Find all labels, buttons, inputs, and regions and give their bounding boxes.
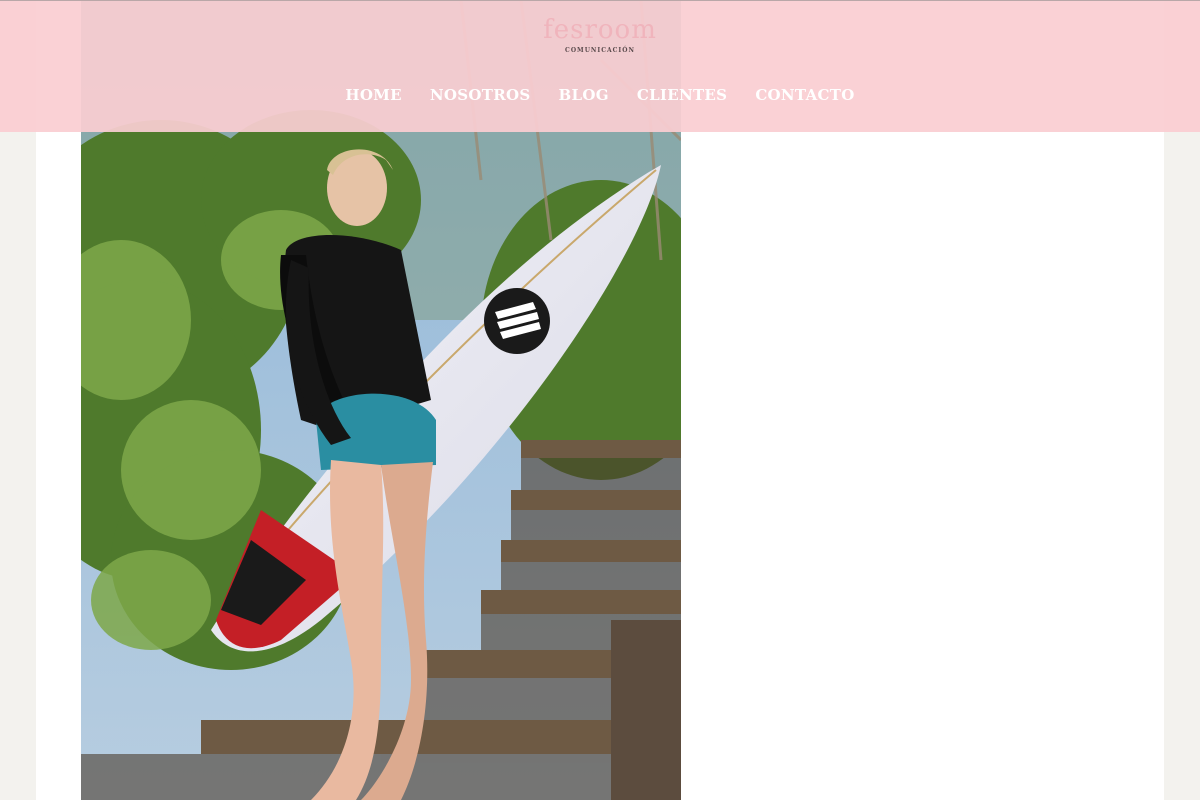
site-logo[interactable]: fesroom COMUNICACIÓN [0,15,1200,54]
nav-item-clientes[interactable]: CLIENTES [623,85,741,105]
logo-wordmark: fesroom [543,15,657,45]
site-header: fesroom COMUNICACIÓN HOME NOSOTROS BLOG … [0,0,1200,132]
nav-item-nosotros[interactable]: NOSOTROS [416,85,545,105]
logo-subtitle: COMUNICACIÓN [565,47,635,54]
main-nav: HOME NOSOTROS BLOG CLIENTES CONTACTO [0,85,1200,105]
nav-item-contacto[interactable]: CONTACTO [741,85,868,105]
nav-item-home[interactable]: HOME [331,85,415,105]
nav-item-blog[interactable]: BLOG [545,85,623,105]
